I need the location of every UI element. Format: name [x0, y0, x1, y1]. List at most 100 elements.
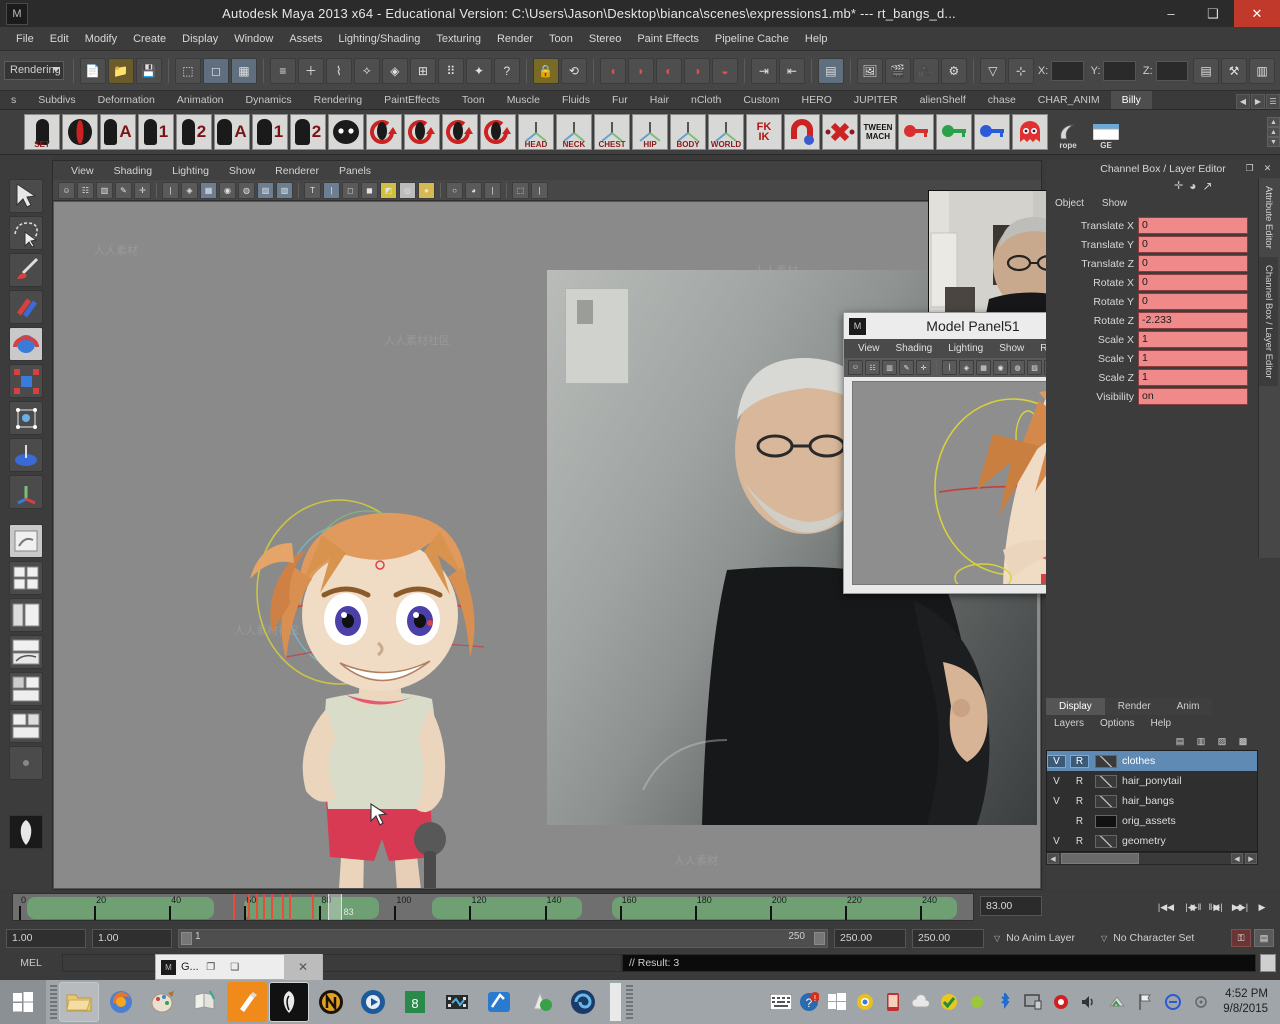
- shelf-tab-jupiter[interactable]: JUPITER: [843, 91, 909, 109]
- smooth-texture-icon[interactable]: ◻: [342, 181, 359, 199]
- shelf-menu-icon[interactable]: ☰: [1266, 94, 1280, 109]
- channel-row[interactable]: Scale X 1: [1046, 330, 1258, 349]
- lasso-select-tool[interactable]: [9, 216, 43, 250]
- record-icon[interactable]: [1050, 991, 1072, 1013]
- single-perspective-layout[interactable]: [9, 524, 43, 558]
- rope-tool-button[interactable]: rope: [1050, 114, 1086, 150]
- new-empty-layer-icon[interactable]: ▤: [1171, 734, 1189, 749]
- go-to-end-icon[interactable]: ▶▶|: [1230, 898, 1250, 916]
- render-view-icon[interactable]: 🖼: [856, 57, 883, 84]
- mirror-pose-4-button[interactable]: [480, 114, 516, 150]
- range-end-field[interactable]: 1.00: [92, 928, 172, 948]
- shelf-tab-toon[interactable]: Toon: [451, 91, 496, 109]
- head-sphere-button[interactable]: [328, 114, 364, 150]
- menu-set-selector[interactable]: Rendering: [4, 61, 64, 80]
- layer-name[interactable]: hair_bangs: [1122, 795, 1174, 807]
- maximize-button[interactable]: ❑: [1192, 0, 1234, 27]
- circle-icon[interactable]: [1190, 991, 1212, 1013]
- snap-magnet-d-icon[interactable]: ◑: [683, 57, 710, 84]
- anim-layer-selector[interactable]: ▽ No Anim Layer: [994, 932, 1075, 944]
- keyframe-marker[interactable]: [263, 894, 265, 920]
- channel-value[interactable]: -2.233: [1138, 312, 1248, 329]
- channel-value[interactable]: 0: [1138, 217, 1248, 234]
- model-panel-book-icon[interactable]: ▥: [882, 360, 897, 375]
- new-layer-light-icon[interactable]: ▩: [1234, 734, 1252, 749]
- persp-outliner-graph-layout[interactable]: [9, 709, 43, 743]
- audio-editor-icon[interactable]: [479, 982, 519, 1022]
- phone-icon[interactable]: [882, 991, 904, 1013]
- texture-label-icon[interactable]: ▧: [276, 181, 293, 199]
- menu-item-paint-effects[interactable]: Paint Effects: [629, 27, 707, 51]
- ipr-render-icon[interactable]: 🎥: [912, 57, 939, 84]
- scale-tool[interactable]: [9, 364, 43, 398]
- range-left-handle[interactable]: [181, 931, 192, 945]
- layer-color-swatch[interactable]: [1095, 814, 1117, 828]
- new-layer-paint-icon[interactable]: ▨: [1213, 734, 1231, 749]
- menu-item-create[interactable]: Create: [125, 27, 174, 51]
- construction-history-icon[interactable]: ⟲: [560, 57, 587, 84]
- help-alert-icon[interactable]: ?!: [798, 991, 820, 1013]
- taskbar-scrollbar[interactable]: [609, 982, 622, 1022]
- shelf-tab-s[interactable]: s: [0, 91, 27, 109]
- scroll-prev-button[interactable]: ◀: [1231, 853, 1243, 864]
- make-live-icon[interactable]: ✦: [465, 57, 492, 84]
- model-panel-camera-attributes-icon[interactable]: ☷: [865, 360, 880, 375]
- wireframe-shade-icon[interactable]: T: [304, 181, 321, 199]
- paint-icon[interactable]: [143, 982, 183, 1022]
- keyframe-marker[interactable]: [311, 894, 314, 920]
- menu-item-window[interactable]: Window: [226, 27, 281, 51]
- shelf-tab-char-anim[interactable]: CHAR_ANIM: [1027, 91, 1111, 109]
- layer-name[interactable]: orig_assets: [1122, 815, 1176, 827]
- hip-control-button[interactable]: HIP: [632, 114, 668, 150]
- layer-reference-toggle[interactable]: R: [1070, 836, 1089, 847]
- universal-manipulator-tool[interactable]: [9, 401, 43, 435]
- shadows-icon[interactable]: ○: [446, 181, 463, 199]
- layer-row[interactable]: Rorig_assets: [1047, 811, 1257, 831]
- grid-icon[interactable]: |: [484, 181, 501, 199]
- resolution-gate-icon[interactable]: ▦: [200, 181, 217, 199]
- channel-row[interactable]: Translate Y 0: [1046, 235, 1258, 254]
- snap-to-planes-icon[interactable]: ◈: [381, 57, 408, 84]
- snap-magnet-b-icon[interactable]: ◗: [627, 57, 654, 84]
- layer-row[interactable]: V Rgeometry: [1047, 831, 1257, 851]
- channel-menu-object[interactable]: Object: [1046, 198, 1093, 209]
- channel-row[interactable]: Translate X 0: [1046, 216, 1258, 235]
- wireframe-icon[interactable]: |: [162, 181, 179, 199]
- arrow-icon[interactable]: ↗: [1202, 179, 1212, 193]
- select-by-component-icon[interactable]: ▦: [230, 57, 257, 84]
- minimize-button[interactable]: –: [1150, 0, 1192, 27]
- chevron-right-icon[interactable]: ▶: [1251, 94, 1265, 109]
- playback-end-field[interactable]: 250.00: [834, 928, 906, 948]
- neck-control-button[interactable]: NECK: [556, 114, 592, 150]
- layer-visibility-toggle[interactable]: V: [1047, 776, 1066, 787]
- layer-list-scrollbar[interactable]: ◀ ◀ ▶: [1046, 852, 1258, 865]
- select-tool[interactable]: [9, 179, 43, 213]
- layer-tab-anim[interactable]: Anim: [1163, 698, 1213, 715]
- model-panel-menu-show[interactable]: Show: [991, 343, 1032, 354]
- shelf-tab-alienshelf[interactable]: alienShelf: [909, 91, 977, 109]
- book-icon[interactable]: ▥: [96, 181, 113, 199]
- app-icon-11[interactable]: [521, 982, 561, 1022]
- coord-y-input[interactable]: [1103, 60, 1136, 81]
- clock-icon[interactable]: ◕: [1189, 179, 1196, 193]
- anim-end-field[interactable]: 250.00: [912, 928, 984, 948]
- model-panel-menu-shading[interactable]: Shading: [888, 343, 941, 354]
- menu-item-display[interactable]: Display: [174, 27, 226, 51]
- range-slider-bar[interactable]: 1 250: [178, 928, 828, 948]
- animation-preferences-icon[interactable]: ▤: [1254, 929, 1274, 947]
- taskbar-grip[interactable]: [50, 985, 57, 1019]
- maya-icon[interactable]: [269, 982, 309, 1022]
- sidebar-attribute-icon[interactable]: ▤: [1193, 57, 1220, 84]
- model-panel-xray-icon[interactable]: ◍: [1010, 360, 1025, 375]
- scroll-left-button[interactable]: ◀: [1047, 853, 1059, 864]
- taskbar-clock[interactable]: 4:52 PM 9/8/2015: [1223, 987, 1268, 1017]
- output-connections-icon[interactable]: ⇤: [778, 57, 805, 84]
- pose-2-button[interactable]: 2: [176, 114, 212, 150]
- render-settings-icon[interactable]: ⚙: [940, 57, 967, 84]
- layer-color-swatch[interactable]: [1095, 794, 1117, 808]
- select-by-object-icon[interactable]: ◻: [202, 57, 229, 84]
- shelf-scroll-down-icon[interactable]: ▼: [1267, 137, 1280, 147]
- foxit-reader-icon[interactable]: 8: [395, 982, 435, 1022]
- auto-key-icon[interactable]: ⚿: [1231, 929, 1251, 947]
- xray-icon[interactable]: ◍: [238, 181, 255, 199]
